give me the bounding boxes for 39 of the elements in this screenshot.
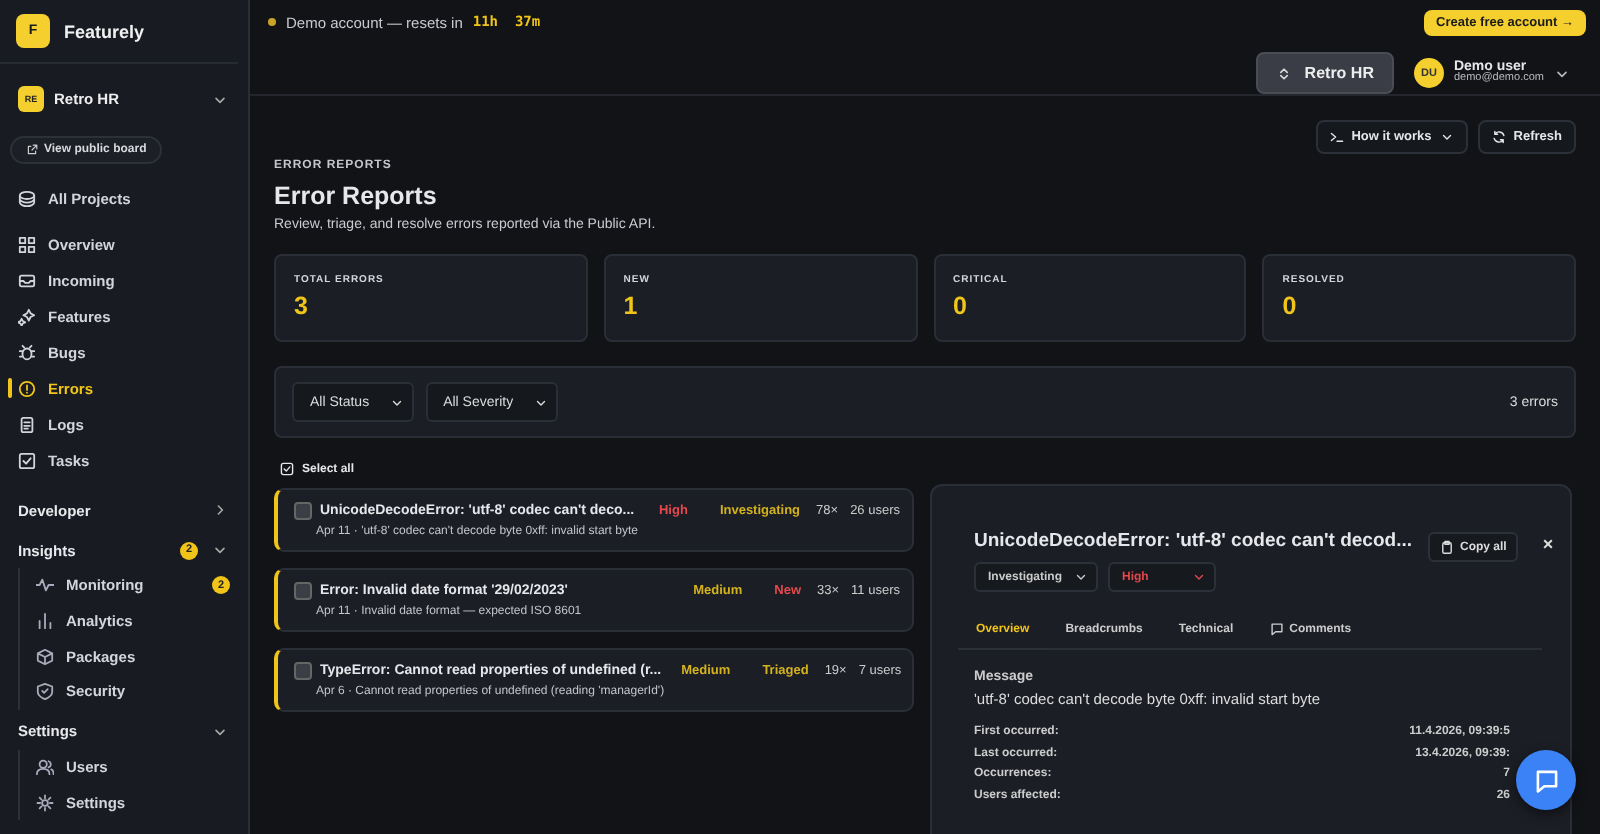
sparkle-icon xyxy=(18,307,36,325)
document-icon xyxy=(18,415,36,433)
bug-icon xyxy=(18,343,36,361)
app-name: Featurely xyxy=(64,21,145,41)
gear-icon xyxy=(36,793,54,812)
chevron-down-icon xyxy=(1192,570,1207,584)
row-checkbox[interactable] xyxy=(294,502,312,520)
cube-icon xyxy=(36,647,54,666)
external-link-icon xyxy=(26,144,38,156)
project-switcher[interactable]: Retro HR xyxy=(1256,52,1394,94)
refresh-icon xyxy=(1491,130,1506,144)
users-icon xyxy=(36,758,54,777)
select-all-icon xyxy=(280,462,294,476)
projects-icon xyxy=(18,189,36,207)
chevron-down-icon xyxy=(533,395,548,409)
row-checkbox[interactable] xyxy=(294,582,312,600)
stat-value: 1 xyxy=(623,292,640,320)
stat-value: 3 xyxy=(294,292,310,320)
chevron-down-icon xyxy=(1439,130,1454,144)
up-down-icon xyxy=(1276,65,1293,81)
inbox-icon xyxy=(18,271,36,289)
stat-value: 0 xyxy=(953,292,969,320)
chevron-down-icon xyxy=(389,395,404,409)
grid-icon xyxy=(18,235,36,253)
chat-icon xyxy=(1533,767,1559,793)
page-title: Error Reports xyxy=(274,182,439,210)
pulse-icon xyxy=(36,576,54,595)
clipboard-icon xyxy=(1439,540,1454,554)
bar-chart-icon xyxy=(36,612,54,631)
checkbox-icon xyxy=(18,451,36,469)
comment-icon xyxy=(1269,622,1284,636)
chevron-down-icon xyxy=(1074,570,1089,584)
shield-icon xyxy=(36,682,54,701)
stat-value: 0 xyxy=(1282,292,1299,320)
detail-title: UnicodeDecodeError: 'utf-8' codec can't decod... xyxy=(974,530,1412,552)
close-button[interactable]: × xyxy=(1542,534,1554,554)
row-checkbox[interactable] xyxy=(294,662,312,680)
terminal-icon xyxy=(1329,130,1344,144)
alert-icon xyxy=(18,379,36,397)
